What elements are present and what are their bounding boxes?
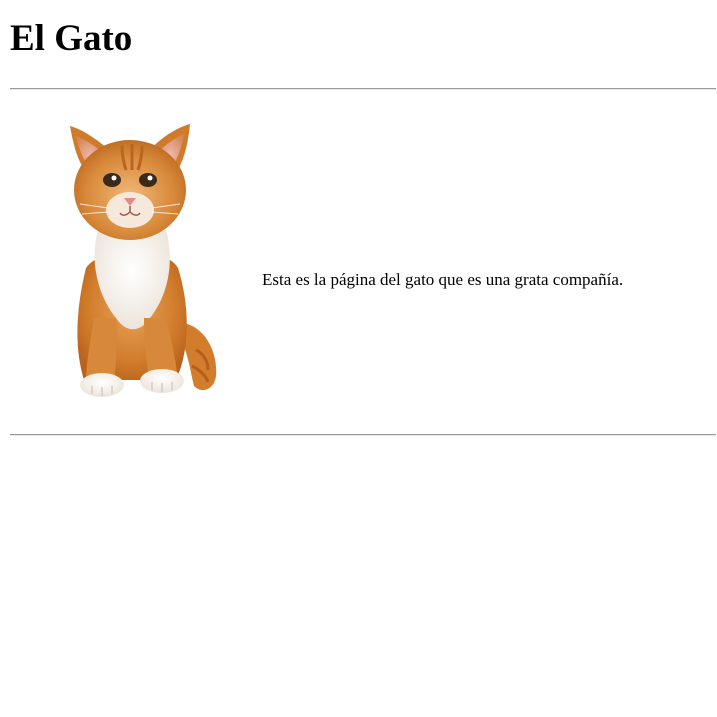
page: El Gato Esta es la página del gato que e… [0, 0, 717, 717]
page-title: El Gato [10, 18, 133, 59]
kitten-image [70, 124, 217, 397]
divider-top [10, 88, 716, 90]
divider-bottom [10, 434, 716, 436]
page-description: Esta es la página del gato que es una gr… [262, 270, 624, 289]
